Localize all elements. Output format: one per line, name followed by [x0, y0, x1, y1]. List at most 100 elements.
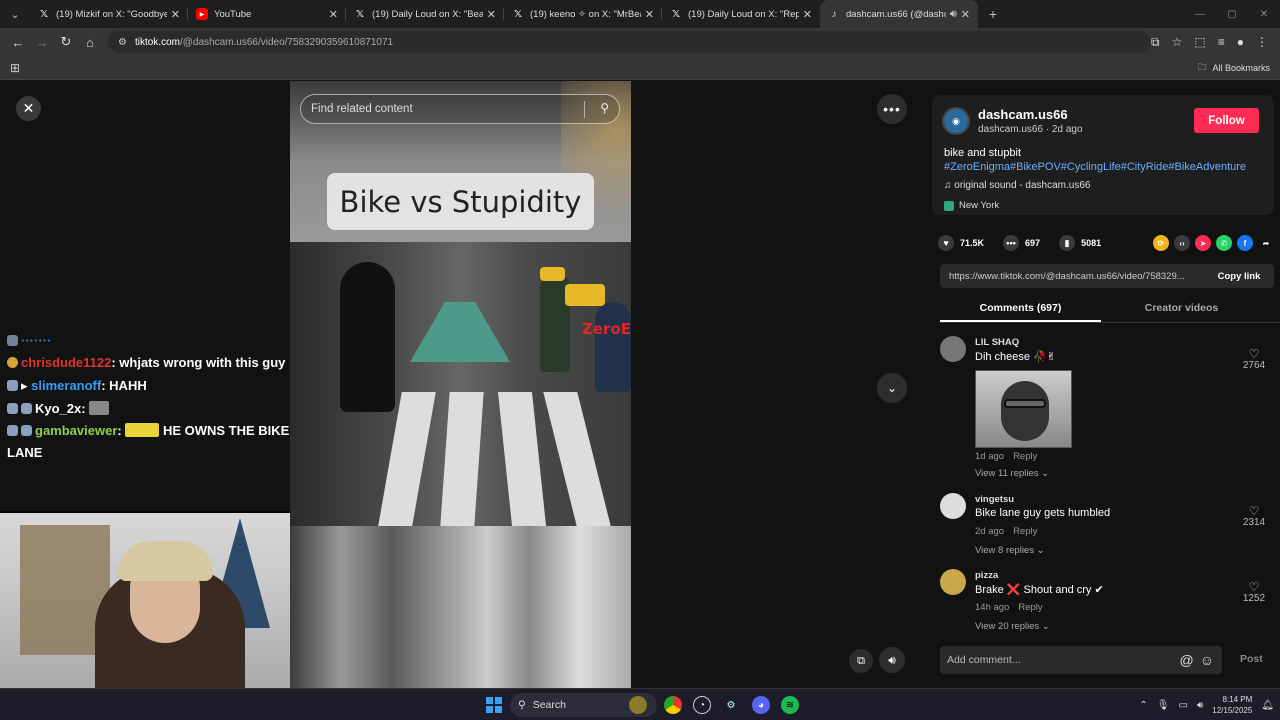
- browser-tab-active[interactable]: ♪ dashcam.us66 (@dashcam 🔊︎ ✕: [820, 0, 978, 28]
- obs-icon[interactable]: ◔: [693, 696, 711, 714]
- reload-icon[interactable]: ↻: [54, 34, 78, 50]
- chat-badge-icon: [7, 380, 18, 391]
- speaker-icon[interactable]: 🔊︎: [950, 8, 957, 21]
- browser-tab[interactable]: ▶ YouTube ✕: [188, 0, 346, 28]
- tab-title: (19) Mizkif on X: "Goodbye Twi: [56, 8, 167, 20]
- comment-like-button[interactable]: ♡ 2314: [1234, 505, 1274, 528]
- comment-list: LIL SHAQ Dih cheese 🥀✌ 1d ago Reply View …: [940, 333, 1280, 631]
- comment-like-button[interactable]: ♡ 2764: [1234, 348, 1274, 371]
- tray-chevron-icon[interactable]: ⌃: [1139, 700, 1147, 711]
- comment-count: 697: [1025, 238, 1041, 248]
- bike-lane: [410, 302, 510, 362]
- address-bar[interactable]: ⚙ tiktok.com /@dashcam.us66/video/758329…: [108, 31, 1152, 53]
- commenter-avatar[interactable]: [940, 336, 966, 362]
- volume-icon[interactable]: 🔊︎: [1197, 700, 1203, 711]
- notification-icon[interactable]: 🔔︎: [1261, 700, 1274, 711]
- profile-avatar[interactable]: ●: [1237, 35, 1244, 50]
- tab-creator-videos[interactable]: Creator videos: [1101, 295, 1262, 322]
- emoji-icon[interactable]: ☺: [1200, 652, 1214, 668]
- video-player[interactable]: Find related content ⚲ Bike vs Stupidity…: [290, 81, 631, 688]
- browser-tab[interactable]: 𝕏 (19) Daily Loud on X: "Bears fa ✕: [346, 0, 504, 28]
- whatsapp-icon[interactable]: ✆: [1216, 235, 1232, 251]
- view-replies-button[interactable]: View 20 replies ⌄: [975, 621, 1050, 631]
- windows-start-icon[interactable]: [486, 697, 502, 713]
- add-comment-input[interactable]: Add comment... @ ☺: [940, 646, 1222, 674]
- network-icon[interactable]: ▭: [1178, 700, 1187, 711]
- reply-button[interactable]: Reply: [1013, 526, 1037, 537]
- location-row[interactable]: New York: [944, 200, 999, 211]
- close-icon[interactable]: ✕: [645, 8, 654, 21]
- share-arrow-icon[interactable]: ➦: [1258, 235, 1274, 251]
- comment-image[interactable]: [975, 370, 1072, 448]
- minimize-icon[interactable]: —: [1184, 9, 1216, 20]
- spotify-icon[interactable]: ≋: [781, 696, 799, 714]
- view-replies-button[interactable]: View 8 replies ⌄: [975, 545, 1045, 556]
- author-avatar[interactable]: ◉: [942, 107, 970, 135]
- close-icon[interactable]: ✕: [487, 8, 496, 21]
- close-window-icon[interactable]: ✕: [1248, 9, 1280, 20]
- comment-time: 1d ago: [975, 451, 1005, 462]
- pedestrian: [340, 262, 395, 412]
- browser-tab[interactable]: 𝕏 (19) Daily Loud on X: "Replica c ✕: [662, 0, 820, 28]
- all-bookmarks-button[interactable]: 🗀 All Bookmarks: [1197, 60, 1270, 76]
- picture-in-picture-button[interactable]: ⧉: [849, 649, 873, 673]
- steam-icon[interactable]: ⚙: [722, 696, 740, 714]
- back-icon[interactable]: ←: [6, 35, 30, 50]
- follow-button[interactable]: Follow: [1194, 108, 1259, 133]
- apps-grid-icon[interactable]: ⊞: [10, 61, 20, 75]
- music-row[interactable]: ♫ original sound - dashcam.us66: [944, 180, 1090, 191]
- discord-icon[interactable]: ◕: [752, 696, 770, 714]
- like-button[interactable]: ♥ 71.5K: [938, 235, 984, 251]
- commenter-name[interactable]: vingetsu: [975, 494, 1014, 505]
- caption-hashtags[interactable]: #ZeroEnigma#BikePOV#CyclingLife#CityRide…: [944, 161, 1246, 173]
- author-name[interactable]: dashcam.us66: [978, 107, 1068, 122]
- site-info-icon[interactable]: ⚙: [118, 37, 127, 48]
- pineapple-app-icon[interactable]: [629, 696, 647, 714]
- browser-tab[interactable]: 𝕏 (19) keeno ✧ on X: "MrBeast ca ✕: [504, 0, 662, 28]
- commenter-name[interactable]: pizza: [975, 570, 998, 581]
- reply-button[interactable]: Reply: [1013, 451, 1037, 462]
- bookmark-star-icon[interactable]: ☆: [1172, 35, 1183, 50]
- view-replies-button[interactable]: View 11 replies ⌄: [975, 468, 1049, 479]
- reading-list-icon[interactable]: ≡: [1218, 35, 1225, 50]
- home-icon[interactable]: ⌂: [78, 35, 102, 50]
- chrome-icon[interactable]: [664, 696, 682, 714]
- bookmark-button[interactable]: ▮ 5081: [1059, 235, 1101, 251]
- search-icon[interactable]: ⚲: [600, 101, 609, 115]
- mention-icon[interactable]: @: [1179, 652, 1193, 668]
- maximize-icon[interactable]: ▢: [1216, 9, 1248, 20]
- comment-meta: 14h ago Reply: [975, 602, 1043, 613]
- volume-button[interactable]: 🔊︎: [879, 647, 905, 673]
- close-icon[interactable]: ✕: [803, 8, 812, 21]
- embed-icon[interactable]: ‹›: [1174, 235, 1190, 251]
- extensions-icon[interactable]: ⬚: [1194, 35, 1205, 50]
- close-icon[interactable]: ✕: [961, 8, 970, 21]
- more-options-button[interactable]: •••: [877, 94, 907, 124]
- comment-button[interactable]: ••• 697: [1003, 235, 1040, 251]
- install-app-icon[interactable]: ⧉: [1151, 35, 1160, 50]
- reply-button[interactable]: Reply: [1018, 602, 1042, 613]
- menu-icon[interactable]: ⋮: [1256, 35, 1268, 50]
- post-comment-button[interactable]: Post: [1240, 653, 1263, 665]
- browser-tab[interactable]: 𝕏 (19) Mizkif on X: "Goodbye Twi ✕: [30, 0, 188, 28]
- commenter-avatar[interactable]: [940, 493, 966, 519]
- next-video-button[interactable]: ⌄: [877, 373, 907, 403]
- repost-icon[interactable]: ⟳: [1153, 235, 1169, 251]
- microphone-icon[interactable]: 🎙︎: [1157, 700, 1170, 711]
- close-icon[interactable]: ✕: [329, 8, 338, 21]
- facebook-icon[interactable]: f: [1237, 235, 1253, 251]
- commenter-name[interactable]: LIL SHAQ: [975, 337, 1019, 348]
- tab-search-icon[interactable]: ⌄: [0, 0, 30, 28]
- chat-badge-icon: [7, 357, 18, 368]
- new-tab-button[interactable]: +: [978, 6, 1008, 22]
- commenter-avatar[interactable]: [940, 569, 966, 595]
- forward-icon[interactable]: →: [30, 35, 54, 50]
- copy-link-button[interactable]: Copy link: [1204, 271, 1274, 282]
- close-video-button[interactable]: ✕: [16, 96, 41, 121]
- comment-like-button[interactable]: ♡ 1252: [1234, 581, 1274, 604]
- tab-comments[interactable]: Comments (697): [940, 295, 1101, 322]
- related-search-input[interactable]: Find related content ⚲: [300, 94, 620, 124]
- send-icon[interactable]: ➤: [1195, 235, 1211, 251]
- close-icon[interactable]: ✕: [171, 8, 180, 21]
- clock[interactable]: 8:14 PM 12/15/2025: [1212, 694, 1252, 716]
